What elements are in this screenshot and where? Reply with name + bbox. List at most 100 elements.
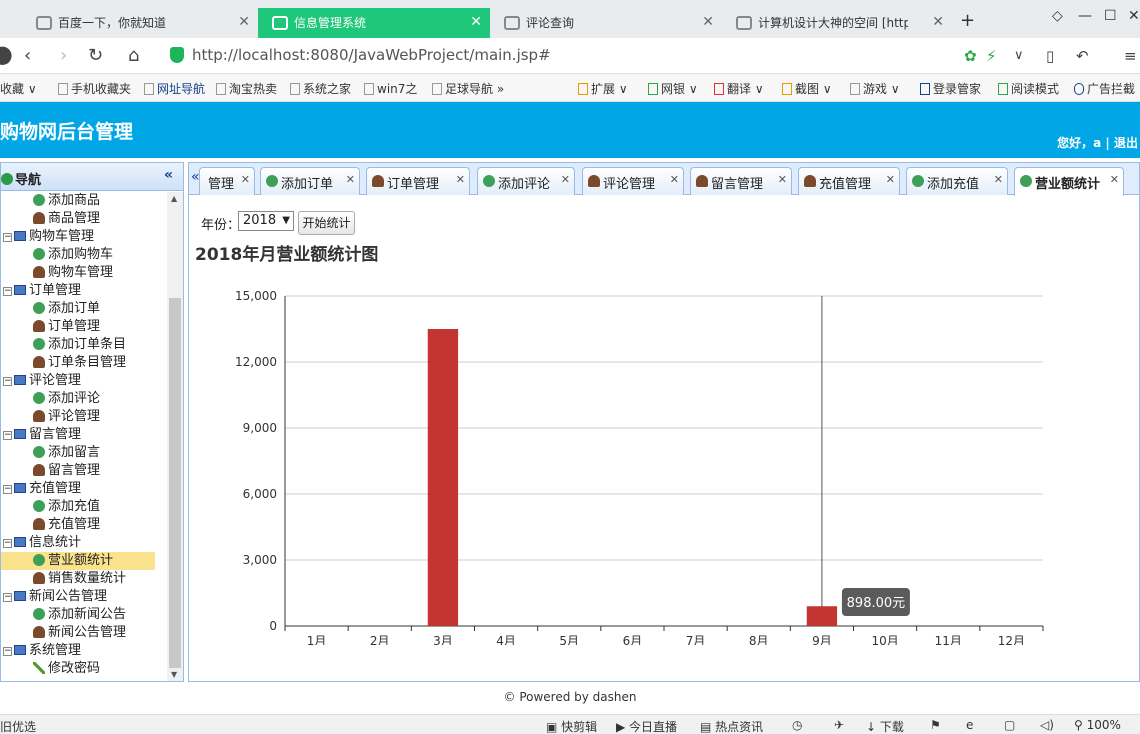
pin-icon[interactable]: ✈: [834, 718, 844, 732]
collapse-toggle-icon[interactable]: −: [3, 233, 12, 242]
tree-item[interactable]: 添加新闻公告: [1, 606, 155, 624]
status-item-news[interactable]: ▤ 热点资讯: [700, 718, 763, 734]
scroll-down-icon[interactable]: ▼: [171, 670, 177, 679]
user-greeting[interactable]: 您好，a | 退出: [1057, 134, 1138, 151]
close-icon[interactable]: ✕: [456, 173, 465, 186]
collapse-toggle-icon[interactable]: −: [3, 287, 12, 296]
start-stat-button[interactable]: 开始统计: [298, 211, 355, 235]
scroll-thumb[interactable]: [169, 298, 181, 668]
close-icon[interactable]: ✕: [932, 14, 944, 30]
collapse-icon[interactable]: «: [164, 167, 173, 183]
sidebar-scrollbar[interactable]: ▲ ▼: [167, 192, 183, 681]
status-item-live[interactable]: ▶ 今日直播: [616, 718, 677, 734]
close-window-icon[interactable]: ✕: [1128, 8, 1140, 24]
minimize-icon[interactable]: —: [1078, 8, 1092, 24]
tree-item[interactable]: 新闻公告管理: [1, 624, 155, 642]
status-item[interactable]: 旧优选: [0, 718, 36, 734]
tree-group[interactable]: − 系统管理: [3, 642, 165, 660]
lightning-icon[interactable]: ⚡: [986, 47, 997, 65]
address-input[interactable]: http://localhost:8080/JavaWebProject/mai…: [168, 44, 948, 68]
browser-tab-comment-query[interactable]: 评论查询 ✕: [490, 8, 722, 38]
collapse-toggle-icon[interactable]: −: [3, 647, 12, 656]
bookmark-screenshot[interactable]: 截图 ∨: [782, 80, 832, 97]
collapse-toggle-icon[interactable]: −: [3, 485, 12, 494]
menu-icon[interactable]: ≡: [1124, 47, 1137, 65]
window-icon[interactable]: ▢: [1004, 718, 1015, 732]
collapse-toggle-icon[interactable]: −: [3, 377, 12, 386]
tree-group[interactable]: − 评论管理: [3, 372, 165, 390]
content-tab[interactable]: 管理 ✕: [199, 167, 255, 195]
content-tab[interactable]: 添加充值 ✕: [906, 167, 1008, 195]
clock-icon[interactable]: ◷: [792, 718, 802, 732]
status-item-clip[interactable]: ▣ 快剪辑: [546, 718, 597, 734]
content-tab[interactable]: 评论管理 ✕: [582, 167, 684, 195]
tree-item[interactable]: 留言管理: [1, 462, 155, 480]
tree-group[interactable]: − 订单管理: [3, 282, 165, 300]
bookmark-login-manager[interactable]: 登录管家: [920, 80, 981, 97]
bookmark-nav[interactable]: 网址导航: [144, 80, 205, 97]
tree-item[interactable]: 销售数量统计: [1, 570, 155, 588]
bookmark-favorites[interactable]: 收藏 ∨: [0, 80, 37, 97]
bookmark-games[interactable]: 游戏 ∨: [850, 80, 900, 97]
bookmark-football[interactable]: 足球导航 »: [432, 80, 504, 97]
status-item-zoom[interactable]: ⚲ 100%: [1074, 718, 1121, 732]
content-tab[interactable]: 营业额统计 ✕: [1014, 167, 1124, 196]
content-tab[interactable]: 留言管理 ✕: [690, 167, 792, 195]
bookmark-translate[interactable]: 翻译 ∨: [714, 80, 764, 97]
content-tab[interactable]: 添加订单 ✕: [260, 167, 360, 195]
bookmark-mobile[interactable]: 手机收藏夹: [58, 80, 131, 97]
tree-item[interactable]: 添加订单: [1, 300, 155, 318]
content-tab[interactable]: 订单管理 ✕: [366, 167, 470, 195]
phone-icon[interactable]: ▯: [1046, 47, 1054, 65]
bookmark-win7[interactable]: win7之: [364, 80, 417, 97]
content-tab[interactable]: 添加评论 ✕: [477, 167, 575, 195]
tree-item[interactable]: 添加充值: [1, 498, 155, 516]
ie-icon[interactable]: e: [966, 718, 973, 732]
close-icon[interactable]: ✕: [994, 173, 1003, 186]
close-icon[interactable]: ✕: [470, 14, 482, 30]
refresh-icon[interactable]: ↻: [88, 45, 103, 66]
bookmark-reading-mode[interactable]: 阅读模式: [998, 80, 1059, 97]
browser-tab-space[interactable]: 计算机设计大神的空间 [http://2 ✕: [722, 8, 952, 38]
tree-item[interactable]: 添加评论: [1, 390, 155, 408]
tree-item[interactable]: 订单管理: [1, 318, 155, 336]
browser-tab-baidu[interactable]: 百度一下，你就知道 ✕: [22, 8, 258, 38]
tree-item[interactable]: 添加商品: [1, 192, 155, 210]
collapse-toggle-icon[interactable]: −: [3, 431, 12, 440]
close-icon[interactable]: ✕: [561, 173, 570, 186]
year-select[interactable]: 2018 ▼: [238, 211, 294, 231]
status-item-download[interactable]: ↓ 下载: [866, 718, 904, 734]
flag-icon[interactable]: ⚑: [930, 718, 941, 732]
tree-item[interactable]: 购物车管理: [1, 264, 155, 282]
content-tab[interactable]: 充值管理 ✕: [798, 167, 900, 195]
tree-group[interactable]: − 新闻公告管理: [3, 588, 165, 606]
speed-icon[interactable]: ✿: [964, 47, 977, 65]
bookmark-xitong[interactable]: 系统之家: [290, 80, 351, 97]
undo-icon[interactable]: ↶: [1076, 47, 1089, 65]
browser-tab-info-system[interactable]: 信息管理系统 ✕: [258, 8, 490, 38]
tree-group[interactable]: − 充值管理: [3, 480, 165, 498]
close-icon[interactable]: ✕: [1110, 173, 1119, 186]
home-icon[interactable]: ⌂: [128, 45, 139, 66]
maximize-icon[interactable]: ☐: [1104, 8, 1117, 24]
skin-icon[interactable]: ◇: [1052, 8, 1063, 24]
tree-group[interactable]: − 购物车管理: [3, 228, 165, 246]
close-icon[interactable]: ✕: [238, 14, 250, 30]
back-icon[interactable]: ‹: [24, 45, 31, 66]
tree-item[interactable]: 添加订单条目: [1, 336, 155, 354]
close-icon[interactable]: ✕: [670, 173, 679, 186]
collapse-toggle-icon[interactable]: −: [3, 593, 12, 602]
bookmark-bank[interactable]: 网银 ∨: [648, 80, 698, 97]
forward-icon[interactable]: ›: [60, 45, 67, 66]
tree-item[interactable]: 修改密码: [1, 660, 155, 678]
tree-item[interactable]: 评论管理: [1, 408, 155, 426]
tree-group[interactable]: − 留言管理: [3, 426, 165, 444]
scroll-up-icon[interactable]: ▲: [171, 194, 177, 203]
bookmark-adblock[interactable]: 广告拦截: [1074, 80, 1135, 97]
tree-group[interactable]: − 信息统计: [3, 534, 165, 552]
tree-item[interactable]: 营业额统计: [1, 552, 155, 570]
dropdown-icon[interactable]: ∨: [1014, 48, 1024, 63]
tree-item[interactable]: 订单条目管理: [1, 354, 155, 372]
bookmark-extensions[interactable]: 扩展 ∨: [578, 80, 628, 97]
tree-item[interactable]: 商品管理: [1, 210, 155, 228]
